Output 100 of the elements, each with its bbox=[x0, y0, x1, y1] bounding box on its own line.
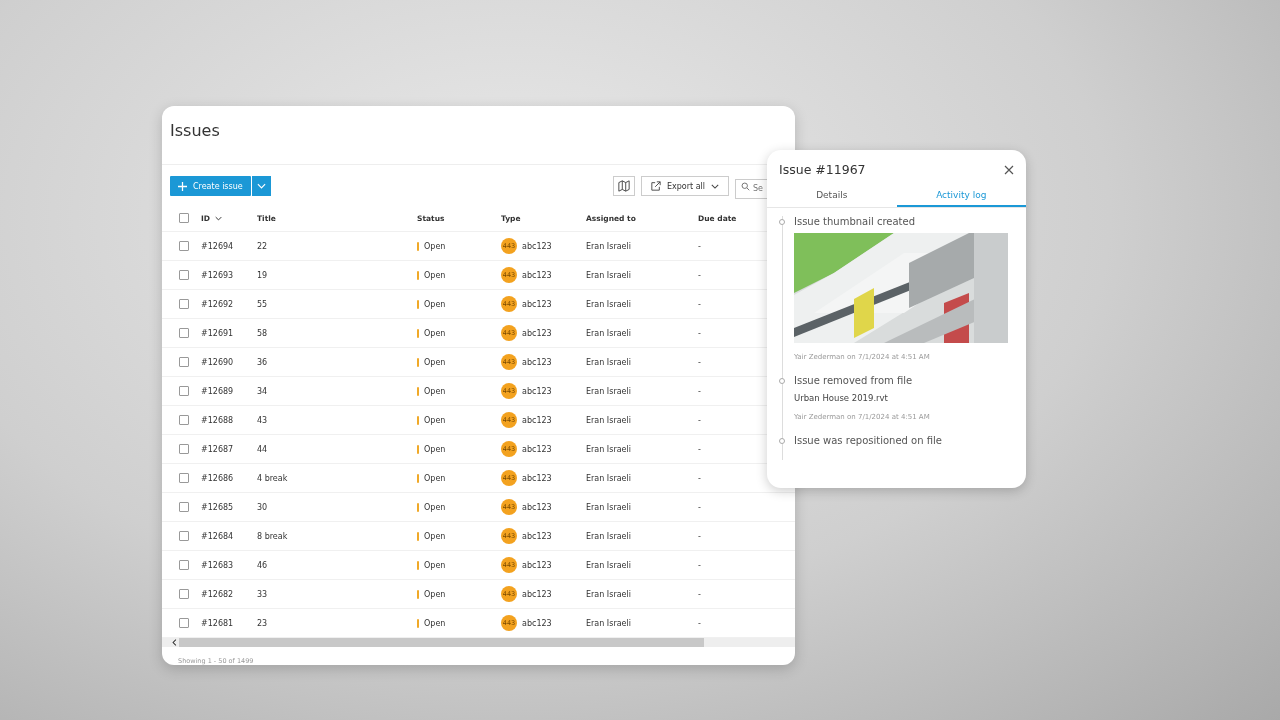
table-cell: #12692 bbox=[201, 299, 234, 309]
table-cell: #12694 bbox=[201, 241, 234, 251]
table-cell: Open bbox=[424, 328, 446, 338]
row-checkbox[interactable] bbox=[179, 560, 189, 570]
row-checkbox[interactable] bbox=[179, 589, 189, 599]
row-checkbox[interactable] bbox=[179, 502, 189, 512]
table-cell: - bbox=[698, 357, 701, 367]
table-cell: Open bbox=[424, 270, 446, 280]
row-checkbox[interactable] bbox=[179, 531, 189, 541]
table-cell: abc123 bbox=[522, 444, 552, 454]
table-cell: #12685 bbox=[201, 502, 234, 512]
close-icon[interactable] bbox=[1004, 164, 1014, 175]
activity-title: Issue was repositioned on file bbox=[794, 435, 943, 446]
row-checkbox[interactable] bbox=[179, 444, 189, 454]
table-cell: - bbox=[698, 270, 701, 280]
table-cell: Eran Israeli bbox=[586, 502, 631, 512]
table-cell: #12683 bbox=[201, 560, 234, 570]
table-cell: 33 bbox=[257, 589, 268, 599]
table-cell: #12693 bbox=[201, 270, 234, 280]
row-checkbox[interactable] bbox=[179, 415, 189, 425]
table-cell: abc123 bbox=[522, 386, 552, 396]
timeline-dot-icon bbox=[779, 438, 785, 444]
map-icon bbox=[618, 180, 630, 193]
table-cell: abc123 bbox=[522, 270, 552, 280]
table-cell: #12686 bbox=[201, 473, 234, 483]
table-cell: Open bbox=[424, 299, 446, 309]
scrollbar-thumb[interactable] bbox=[179, 638, 704, 647]
row-checkbox[interactable] bbox=[179, 299, 189, 309]
table-cell: 43 bbox=[257, 415, 268, 425]
table-cell: #12688 bbox=[201, 415, 234, 425]
activity-title: Issue removed from file bbox=[794, 375, 914, 386]
table-cell: Open bbox=[424, 531, 446, 541]
table-cell: Open bbox=[424, 502, 446, 512]
table-cell: - bbox=[698, 444, 701, 454]
table-cell: #12687 bbox=[201, 444, 234, 454]
caret-icon bbox=[256, 183, 266, 190]
table-cell: 36 bbox=[257, 357, 268, 367]
sort-icon[interactable] bbox=[215, 215, 223, 221]
table-cell: abc123 bbox=[522, 531, 552, 541]
row-checkbox[interactable] bbox=[179, 386, 189, 396]
table-cell: Open bbox=[424, 241, 446, 251]
table-cell: 55 bbox=[257, 299, 268, 309]
activity-title: Issue thumbnail created bbox=[794, 216, 916, 227]
row-checkbox[interactable] bbox=[179, 618, 189, 628]
panel-tab[interactable]: Details bbox=[767, 185, 897, 207]
table-cell: - bbox=[698, 473, 701, 483]
table-cell: #12681 bbox=[201, 618, 234, 628]
table-cell: abc123 bbox=[522, 589, 552, 599]
timeline-dot-icon bbox=[779, 219, 785, 225]
table-cell: - bbox=[698, 328, 701, 338]
select-all-checkbox[interactable] bbox=[179, 213, 189, 223]
table-cell: abc123 bbox=[522, 502, 552, 512]
table-cell: abc123 bbox=[522, 241, 552, 251]
table-cell: #12684 bbox=[201, 531, 234, 541]
table-cell: Eran Israeli bbox=[586, 473, 631, 483]
row-checkbox[interactable] bbox=[179, 241, 189, 251]
dropdown-button[interactable] bbox=[251, 176, 271, 197]
table-cell: Eran Israeli bbox=[586, 386, 631, 396]
table-cell: #12690 bbox=[201, 357, 234, 367]
row-checkbox[interactable] bbox=[179, 270, 189, 280]
table-cell: Eran Israeli bbox=[586, 444, 631, 454]
plus-icon bbox=[178, 181, 187, 191]
map-button[interactable] bbox=[613, 176, 635, 197]
table-cell: - bbox=[698, 531, 701, 541]
table-cell: 22 bbox=[257, 241, 268, 251]
export-button[interactable]: Export all bbox=[641, 176, 729, 197]
search-icon bbox=[741, 181, 750, 191]
table-cell: - bbox=[698, 589, 701, 599]
table-cell: Eran Israeli bbox=[586, 618, 631, 628]
file-name: Urban House 2019.rvt bbox=[794, 393, 889, 403]
scroll-left-icon[interactable] bbox=[172, 639, 177, 646]
table-cell: 58 bbox=[257, 328, 268, 338]
row-checkbox[interactable] bbox=[179, 357, 189, 367]
search-field[interactable]: Se bbox=[735, 178, 767, 199]
table-cell: Eran Israeli bbox=[586, 299, 631, 309]
table-cell: Open bbox=[424, 560, 446, 570]
table-cell: #12691 bbox=[201, 328, 234, 338]
table-cell: abc123 bbox=[522, 560, 552, 570]
table-cell: 8 break bbox=[257, 531, 288, 541]
table-cell: Eran Israeli bbox=[586, 357, 631, 367]
table-cell: Eran Israeli bbox=[586, 531, 631, 541]
caret-icon bbox=[711, 183, 720, 189]
page-title: Issues bbox=[170, 121, 220, 140]
table-cell: - bbox=[698, 386, 701, 396]
table-cell: Eran Israeli bbox=[586, 589, 631, 599]
table-cell: abc123 bbox=[522, 299, 552, 309]
table-cell: 44 bbox=[257, 444, 268, 454]
row-checkbox[interactable] bbox=[179, 473, 189, 483]
table-cell: Eran Israeli bbox=[586, 241, 631, 251]
table-cell: 30 bbox=[257, 502, 268, 512]
table-cell: Open bbox=[424, 386, 446, 396]
row-checkbox[interactable] bbox=[179, 328, 189, 338]
table-cell: 4 break bbox=[257, 473, 288, 483]
table-cell: Eran Israeli bbox=[586, 415, 631, 425]
horizontal-scrollbar[interactable] bbox=[162, 638, 795, 647]
table-cell: Open bbox=[424, 415, 446, 425]
table-cell: - bbox=[698, 241, 701, 251]
table-cell: Eran Israeli bbox=[586, 560, 631, 570]
table-cell: abc123 bbox=[522, 473, 552, 483]
table-cell: Eran Israeli bbox=[586, 270, 631, 280]
